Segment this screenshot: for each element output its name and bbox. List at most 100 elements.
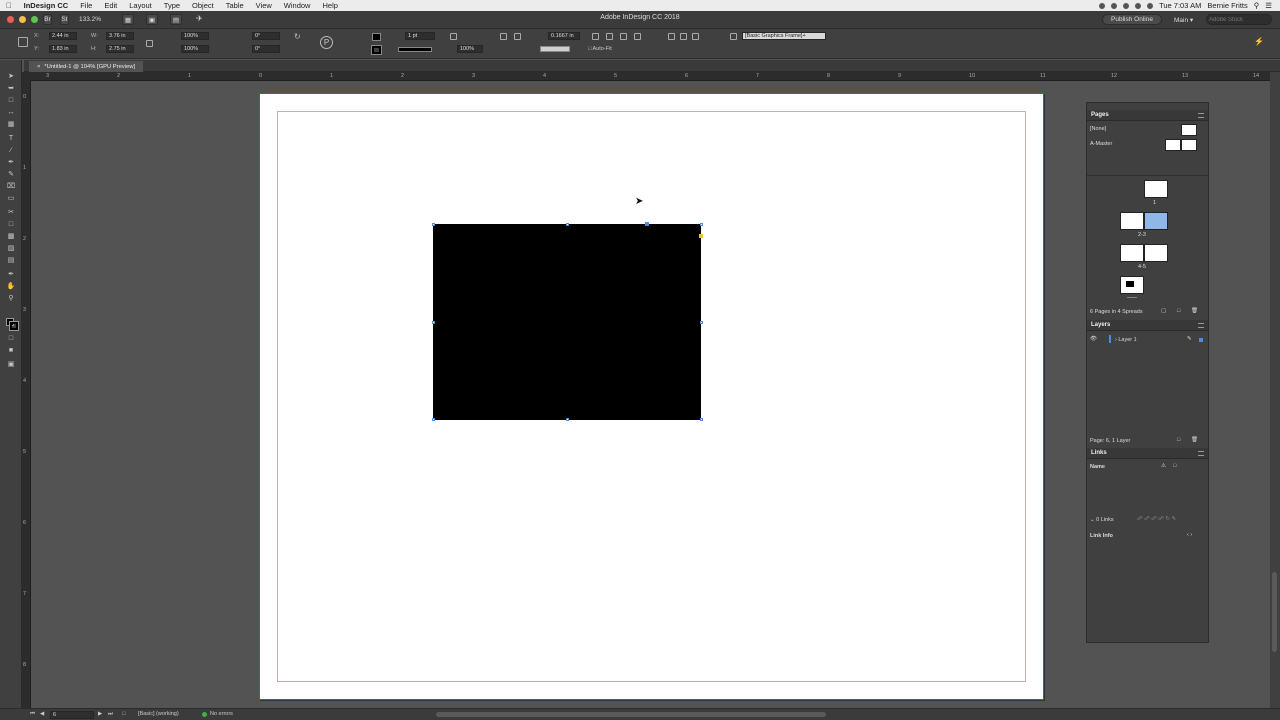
auto-fit-checkbox[interactable]: □ Auto-Fit [588, 46, 612, 52]
selection-handle[interactable] [432, 418, 435, 421]
pen-tool-icon[interactable]: ✒ [6, 158, 16, 167]
last-page-icon[interactable]: ⏭ [108, 711, 113, 718]
reference-point-icon[interactable] [18, 37, 28, 47]
vertical-scrollbar[interactable] [1270, 72, 1280, 708]
a-master[interactable]: A-Master [1090, 141, 1112, 147]
fx-icon[interactable] [450, 33, 457, 40]
visibility-eye-icon[interactable]: 👁 [1090, 336, 1097, 342]
close-tab-icon[interactable]: × [37, 64, 40, 70]
stroke-swatch[interactable] [371, 45, 382, 55]
zoom-tool-icon[interactable]: ⚲ [6, 294, 16, 303]
prev-page-icon[interactable]: ◀ [40, 711, 44, 717]
preflight-status[interactable]: No errors [210, 711, 233, 717]
delete-layer-icon[interactable]: 🗑 [1191, 437, 1198, 443]
gradient-swatch-tool-icon[interactable]: ▩ [6, 232, 16, 241]
object-style-dropdown[interactable]: [Basic Graphics Frame]+ [742, 32, 826, 40]
fill-swatch[interactable] [372, 33, 381, 41]
rotate-icon[interactable]: ↻ [294, 32, 301, 41]
page-thumb-2[interactable] [1120, 212, 1144, 230]
none-master-thumb[interactable] [1181, 124, 1197, 136]
rectangle-tool-icon[interactable]: ▭ [6, 194, 16, 203]
selection-handle[interactable] [566, 418, 569, 421]
fit-content-icon[interactable] [592, 33, 599, 40]
battery-icon[interactable] [1147, 2, 1154, 9]
page-tool-icon[interactable]: □ [6, 96, 16, 105]
link-info[interactable]: Link Info [1090, 533, 1113, 539]
y-field[interactable]: 1.83 in [49, 45, 77, 53]
pages-panel-header[interactable]: Pages [1087, 110, 1208, 121]
selection-tool-icon[interactable]: ➤ [6, 72, 16, 81]
layer-selection-square[interactable] [1199, 338, 1203, 342]
status-icon[interactable] [1123, 2, 1130, 9]
line-tool-icon[interactable]: ∕ [6, 146, 16, 155]
menu-window[interactable]: Window [278, 1, 317, 10]
menu-type[interactable]: Type [158, 1, 186, 10]
apply-color-icon[interactable]: ■ [6, 346, 16, 355]
x-field[interactable]: 2.44 in [49, 32, 77, 40]
page[interactable] [259, 93, 1044, 700]
new-page-icon[interactable]: □ [1177, 308, 1180, 314]
live-corner-icon[interactable] [699, 234, 703, 238]
wifi-icon[interactable] [1135, 2, 1142, 9]
page-thumb-6[interactable] [1120, 276, 1144, 294]
horizontal-ruler[interactable]: 3 2 1 0 1 2 3 4 5 6 7 8 9 10 11 12 13 14 [24, 72, 1270, 81]
adobe-stock-search[interactable] [1206, 14, 1272, 25]
none-master[interactable]: [None] [1090, 126, 1106, 132]
menu-table[interactable]: Table [220, 1, 250, 10]
layer-row[interactable]: › Layer 1 [1115, 337, 1137, 343]
ruler-origin[interactable] [22, 72, 31, 81]
layers-panel-header[interactable]: Layers [1087, 320, 1208, 331]
free-transform-tool-icon[interactable]: □ [6, 220, 16, 229]
rotation-field[interactable]: 0° [252, 32, 280, 40]
align-right-icon[interactable] [692, 33, 699, 40]
corner-size-field[interactable]: 0.1667 in [548, 32, 580, 40]
menu-file[interactable]: File [74, 1, 98, 10]
w-field[interactable]: 3.76 in [106, 32, 134, 40]
page-number-field[interactable]: 6 [50, 711, 94, 719]
selection-handle[interactable] [700, 418, 703, 421]
first-page-icon[interactable]: ⏮ [30, 711, 35, 718]
panel-menu-icon[interactable] [1198, 323, 1204, 328]
selection-handle[interactable] [700, 223, 703, 226]
fit-frame-icon[interactable] [606, 33, 613, 40]
object-style-icon[interactable] [730, 33, 737, 40]
stroke-type-dropdown[interactable] [398, 47, 432, 52]
panel-menu-icon[interactable] [1198, 113, 1204, 118]
links-name-column[interactable]: Name [1090, 464, 1105, 470]
scissors-tool-icon[interactable]: ✂ [6, 208, 16, 217]
align-center-icon[interactable] [680, 33, 687, 40]
workspace-switcher[interactable]: Main ▾ [1174, 16, 1193, 24]
preflight-profile[interactable]: [Basic] (working) [138, 711, 179, 717]
edit-page-size-icon[interactable]: ▢ [1161, 308, 1166, 314]
page-column-icon[interactable]: □ [1173, 463, 1176, 469]
links-panel-header[interactable]: Links [1087, 448, 1208, 459]
pasteboard[interactable]: ➤ [31, 81, 1270, 708]
gradient-feather-tool-icon[interactable]: ▨ [6, 244, 16, 253]
menu-app[interactable]: InDesign CC [18, 1, 75, 10]
user-name[interactable]: Bernie Fritts [1207, 1, 1247, 10]
page-thumb-1[interactable] [1144, 180, 1168, 198]
document-tab[interactable]: × *Untitled-1 @ 104% [GPU Preview] [29, 61, 144, 72]
menu-edit[interactable]: Edit [98, 1, 123, 10]
next-page-icon[interactable]: ▶ [98, 711, 102, 717]
menu-help[interactable]: Help [316, 1, 343, 10]
rectangle-frame-tool-icon[interactable]: ⌧ [6, 182, 16, 191]
clock[interactable]: Tue 7:03 AM [1159, 1, 1201, 10]
apple-icon[interactable]:  [0, 1, 18, 10]
shear-field[interactable]: 0° [252, 45, 280, 53]
menu-layout[interactable]: Layout [123, 1, 158, 10]
scale-y-field[interactable]: 100% [181, 45, 209, 53]
selection-handle[interactable] [700, 321, 703, 324]
gap-tool-icon[interactable]: ↔ [6, 108, 16, 117]
selection-handle[interactable] [432, 321, 435, 324]
select-container-icon[interactable]: P [320, 36, 333, 49]
h-field[interactable]: 2.75 in [106, 45, 134, 53]
page-thumb-5[interactable] [1144, 244, 1168, 262]
page-thumb-4[interactable] [1120, 244, 1144, 262]
formatting-affects-icon[interactable]: □ [6, 334, 16, 343]
menu-object[interactable]: Object [186, 1, 220, 10]
panel-menu-icon[interactable] [1198, 451, 1204, 456]
vertical-scroll-thumb[interactable] [1272, 572, 1277, 652]
status-icon[interactable] [1099, 2, 1106, 9]
spotlight-icon[interactable]: ⚲ [1254, 1, 1260, 10]
